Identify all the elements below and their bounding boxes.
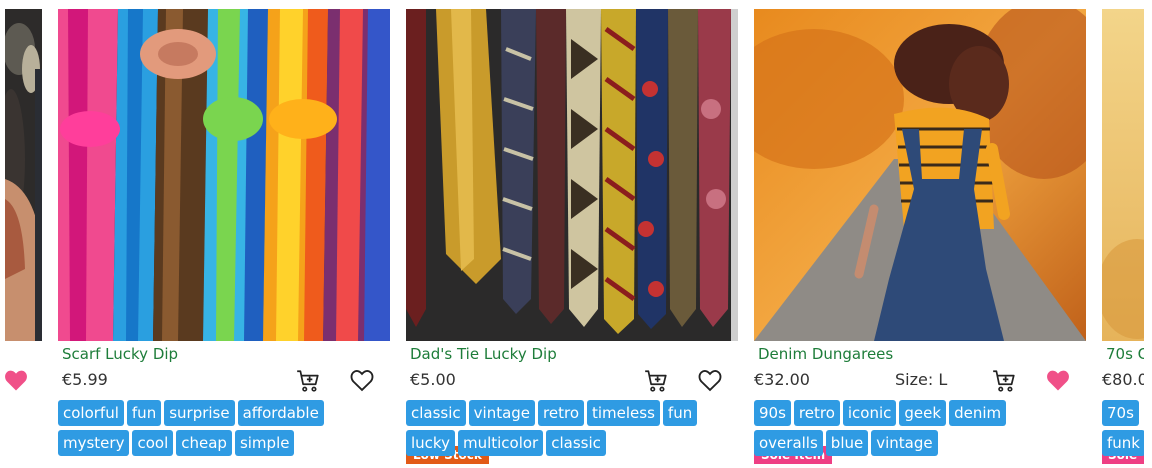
add-to-cart-icon[interactable] — [295, 368, 321, 394]
heart-filled-icon[interactable] — [2, 366, 30, 394]
product-name[interactable]: Dad's Tie Lucky Dip — [410, 345, 557, 363]
tag-chip[interactable]: vintage — [871, 430, 938, 456]
tag-chip[interactable]: multicolor — [457, 430, 544, 456]
tag-chip[interactable]: fun — [126, 400, 162, 426]
tag-list: classic vintage retro timeless fun lucky multi… — [406, 400, 738, 460]
tag-chip[interactable]: iconic — [842, 400, 897, 426]
product-image[interactable] — [754, 9, 1086, 341]
product-price: €5.00 — [410, 370, 456, 389]
tag-list: 90s retro iconic geek denim overalls blue vinta… — [754, 400, 1086, 460]
tag-chip[interactable]: 70s — [1102, 400, 1139, 426]
partial-product-card-right[interactable]: Sole It 70s C €80.0 70sfunk — [1102, 9, 1144, 468]
product-name[interactable]: Scarf Lucky Dip — [62, 345, 178, 363]
tag-chip[interactable]: vintage — [468, 400, 536, 426]
tag-chip[interactable]: retro — [538, 400, 584, 426]
tag-chip[interactable]: blue — [825, 430, 869, 456]
tag-chip[interactable]: funk — [1102, 430, 1144, 456]
tag-chip[interactable]: surprise — [164, 400, 235, 426]
tag-chip[interactable]: denim — [949, 400, 1007, 426]
tag-chip[interactable]: geek — [899, 400, 947, 426]
add-to-cart-icon[interactable] — [991, 368, 1017, 394]
product-name[interactable]: 70s C — [1106, 345, 1144, 363]
tag-chip[interactable]: lucky — [406, 430, 455, 456]
product-card[interactable]: Sole Item Denim Dungarees €32.00 Size: L… — [754, 9, 1086, 468]
heart-outline-icon[interactable] — [348, 366, 376, 394]
tag-chip[interactable]: overalls — [754, 430, 823, 456]
partial-product-card-left[interactable] — [0, 9, 42, 468]
product-card[interactable]: Low Stock Dad's Tie Lucky Dip €5.00 clas… — [406, 9, 738, 468]
tag-chip[interactable]: cheap — [176, 430, 232, 456]
heart-filled-icon[interactable] — [1044, 366, 1072, 394]
add-to-cart-icon[interactable] — [643, 368, 669, 394]
tag-list: colorful fun surprise affordable mystery cool… — [58, 400, 390, 460]
tag-chip[interactable]: fun — [662, 400, 698, 426]
tag-chip[interactable]: classic — [406, 400, 466, 426]
product-image[interactable] — [58, 9, 390, 341]
product-name[interactable]: Denim Dungarees — [758, 345, 893, 363]
tag-chip[interactable]: classic — [546, 430, 606, 456]
heart-outline-icon[interactable] — [696, 366, 724, 394]
tag-chip[interactable]: mystery — [58, 430, 130, 456]
product-card[interactable]: Scarf Lucky Dip €5.99 colorful fun surpris… — [58, 9, 390, 468]
tag-chip[interactable]: retro — [793, 400, 840, 426]
tag-chip[interactable]: timeless — [587, 400, 660, 426]
product-image[interactable] — [406, 9, 738, 341]
tag-chip[interactable]: cool — [132, 430, 174, 456]
product-size: Size: L — [895, 370, 948, 389]
product-image[interactable] — [1102, 9, 1144, 341]
product-price: €32.00 — [754, 370, 810, 389]
product-image[interactable] — [5, 9, 42, 341]
tag-chip[interactable]: 90s — [754, 400, 791, 426]
product-price: €5.99 — [62, 370, 108, 389]
divider — [1144, 0, 1152, 468]
product-price: €80.0 — [1102, 370, 1144, 389]
tag-chip[interactable]: colorful — [58, 400, 124, 426]
tag-chip[interactable]: simple — [234, 430, 295, 456]
tag-chip[interactable]: affordable — [237, 400, 324, 426]
